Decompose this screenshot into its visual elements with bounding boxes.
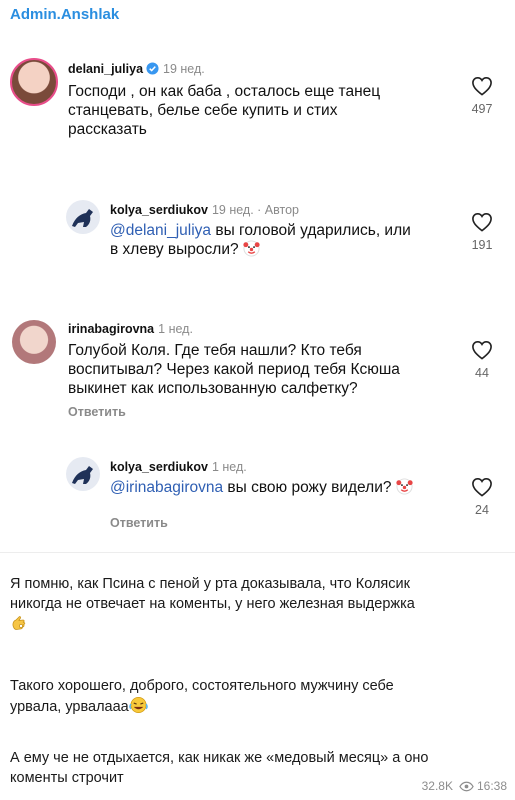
comment-text-line: рассказать xyxy=(68,121,147,138)
comment-header: kolya_serdiukov 19 нед. · Автор xyxy=(110,203,299,217)
comment-meta: 19 нед. xyxy=(163,62,205,76)
comment-text: @irinabagirovna вы свою рожу видели? xyxy=(110,478,450,500)
message-time: 16:38 xyxy=(476,778,507,793)
post-line: Такого хорошего, доброго, состоятельного… xyxy=(10,678,394,694)
comment-header: delani_juliya 19 нед. xyxy=(68,62,205,78)
like-count: 497 xyxy=(471,102,493,116)
comment-header: irinabagirovna 1 нед. xyxy=(68,322,193,336)
post-line: никогда не отвечает на коменты, у него ж… xyxy=(10,596,415,612)
username[interactable]: delani_juliya xyxy=(68,62,143,76)
comment-text: @delani_juliya вы головой ударились, или… xyxy=(110,221,450,262)
comment-meta: 1 нед. xyxy=(158,322,193,336)
post-paragraph-2: Такого хорошего, доброго, состоятельного… xyxy=(10,676,505,720)
comment-text: Господи , он как баба , осталось еще тан… xyxy=(68,82,418,139)
laughing-emoji-icon xyxy=(128,696,148,720)
like-button[interactable]: 191 xyxy=(462,212,502,252)
verified-badge-icon xyxy=(146,62,159,78)
ok-hand-emoji-icon xyxy=(10,614,505,634)
reply-kolya-1: kolya_serdiukov 19 нед. · Автор @delani_j… xyxy=(0,190,515,300)
like-button[interactable]: 497 xyxy=(462,76,502,116)
comments-screenshot: delani_juliya 19 нед. Господи , он как ба… xyxy=(0,30,515,553)
username[interactable]: kolya_serdiukov xyxy=(110,460,208,474)
reply-button[interactable]: Ответить xyxy=(68,405,126,419)
reply-button[interactable]: Ответить xyxy=(110,516,168,530)
comment-text-line: Голубой Коля. Где тебя нашли? Кто тебя xyxy=(68,342,362,359)
mention-link[interactable]: @irinabagirovna xyxy=(110,479,223,496)
channel-name[interactable]: Admin.Anshlak xyxy=(10,6,119,23)
comment-text-part: в хлеву выросли? xyxy=(110,241,243,258)
heart-icon xyxy=(462,340,502,360)
username[interactable]: irinabagirovna xyxy=(68,322,154,336)
clown-emoji-icon xyxy=(243,240,260,262)
avatar[interactable] xyxy=(10,58,58,106)
like-button[interactable]: 24 xyxy=(462,477,502,517)
post-line: А ему че не отдыхается, как никак же «ме… xyxy=(10,750,429,766)
heart-icon xyxy=(462,477,502,497)
comment-meta: 19 нед. · Автор xyxy=(211,203,299,217)
avatar[interactable] xyxy=(66,200,100,234)
comment-irina: irinabagirovna 1 нед. Голубой Коля. Где т… xyxy=(0,310,515,440)
reply-kolya-2: kolya_serdiukov 1 нед. @irinabagirovna вы… xyxy=(0,445,515,545)
post-line: Я помню, как Псина с пеной у рта доказыв… xyxy=(10,576,410,592)
eye-icon xyxy=(453,779,477,793)
views-count: 32.8K xyxy=(421,778,453,793)
message-footer: 32.8K 16:38 xyxy=(422,778,507,793)
comment-text-line: станцевать, белье себе купить и стих xyxy=(68,102,338,119)
post-line: урвала, урвалааа xyxy=(10,699,129,715)
comment-text-line: выкинет как использованную салфетку? xyxy=(68,380,358,397)
username[interactable]: kolya_serdiukov xyxy=(110,203,208,217)
comment-text-line: Господи , он как баба , осталось еще тан… xyxy=(68,83,381,100)
mention-link[interactable]: @delani_juliya xyxy=(110,222,211,239)
comment-text-part: вы свою рожу видели? xyxy=(223,479,396,496)
like-button[interactable]: 44 xyxy=(462,340,502,380)
comment-header: kolya_serdiukov 1 нед. xyxy=(110,460,247,474)
like-count: 191 xyxy=(471,238,493,252)
comment-delani: delani_juliya 19 нед. Господи , он как ба… xyxy=(0,30,515,150)
avatar[interactable] xyxy=(12,320,56,364)
clown-emoji-icon xyxy=(396,478,413,500)
comment-text: Голубой Коля. Где тебя нашли? Кто тебя в… xyxy=(68,341,448,398)
heart-icon xyxy=(462,76,502,96)
avatar[interactable] xyxy=(66,457,100,491)
comment-text-part: вы головой ударились, или xyxy=(211,222,411,239)
post-paragraph-1: Я помню, как Псина с пеной у рта доказыв… xyxy=(10,574,505,634)
like-count: 44 xyxy=(475,366,489,380)
comment-text-line: воспитывал? Через какой период тебя Ксюш… xyxy=(68,361,400,378)
comment-meta: 1 нед. xyxy=(211,460,247,474)
like-count: 24 xyxy=(475,503,489,517)
heart-icon xyxy=(462,212,502,232)
